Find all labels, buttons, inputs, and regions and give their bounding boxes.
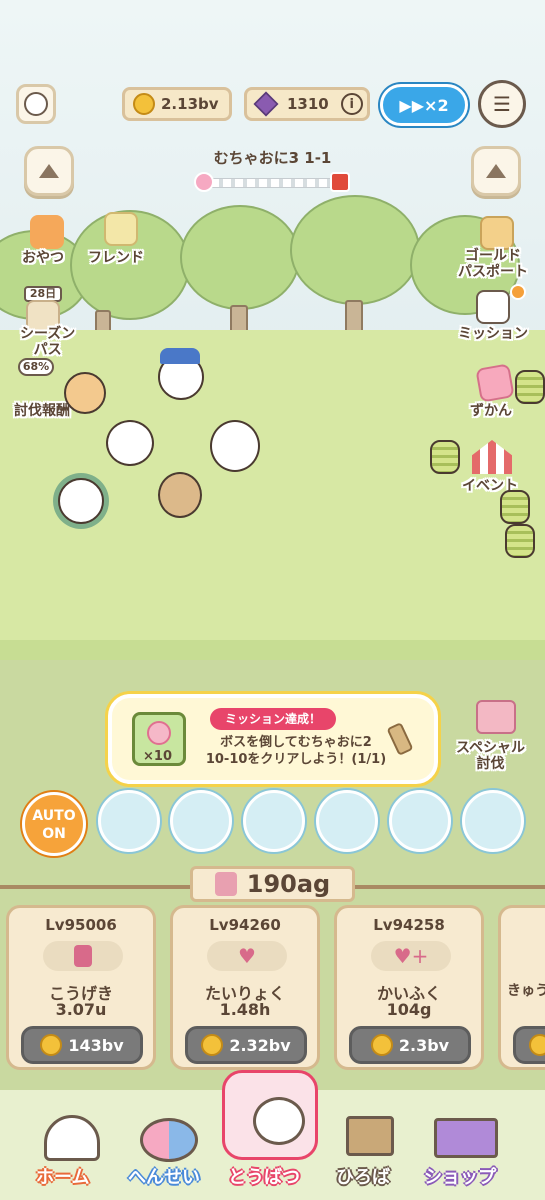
nav-shop[interactable]: ショップ — [424, 1163, 496, 1189]
card-name: きゅう — [507, 983, 545, 999]
party-slot-3[interactable] — [243, 790, 305, 852]
right-collapse-button[interactable] — [471, 146, 521, 196]
hat-decoration — [160, 348, 200, 364]
friend-label: フレンド — [88, 250, 144, 266]
card-value: 3.07u — [55, 1000, 107, 1019]
triangle-up-icon — [39, 164, 59, 178]
lollipop-reward-icon: ×10 — [132, 712, 186, 766]
ally-character — [106, 420, 154, 466]
heart-icon: ♥ — [238, 944, 256, 968]
upgrade-card-partial[interactable]: きゅう — [498, 905, 545, 1070]
left-collapse-button[interactable] — [24, 146, 74, 196]
mission-icon[interactable] — [476, 290, 510, 324]
nav-formation[interactable]: へんせい — [128, 1163, 200, 1189]
nav-home[interactable]: ホーム — [36, 1163, 89, 1189]
snack-label: おやつ — [22, 250, 64, 266]
trident-icon — [214, 872, 237, 896]
enemy-character — [430, 440, 460, 474]
profile-button[interactable] — [16, 84, 56, 124]
info-icon[interactable]: i — [340, 93, 363, 115]
party-slot-1[interactable] — [98, 790, 160, 852]
formation-icon[interactable] — [140, 1118, 198, 1162]
mission-banner[interactable]: ×10 ミッション達成！ ボスを倒してむちゃおに2 10-10をクリアしよう！(1… — [108, 694, 438, 784]
ally-character — [64, 372, 106, 414]
nav-battle[interactable]: とうばつ — [228, 1163, 300, 1189]
gold-coin-icon — [529, 1034, 545, 1056]
upgrade-button[interactable]: 143bv — [21, 1026, 143, 1064]
mission-alert-icon — [510, 284, 526, 300]
gold-coin-icon — [201, 1034, 224, 1056]
gold-coin-icon — [40, 1034, 63, 1056]
stage-progress-bar — [198, 178, 348, 188]
enemy-character — [515, 370, 545, 404]
mission-text: ボスを倒してむちゃおに2 10-10をクリアしよう！(1/1) — [205, 735, 387, 767]
gold-coin-icon — [370, 1034, 393, 1056]
special-label: スペシャル 討伐 — [456, 740, 526, 772]
gem-amount: 1310 — [287, 95, 329, 113]
menu-icon[interactable]: ☰ — [478, 80, 526, 128]
friend-icon[interactable] — [104, 212, 138, 246]
battle-icon[interactable] — [222, 1070, 318, 1160]
snack-icon[interactable] — [30, 215, 64, 249]
card-level: Lv94260 — [209, 916, 281, 934]
player-marker-icon — [194, 172, 214, 192]
zukan-icon[interactable] — [475, 363, 515, 403]
card-level: Lv94258 — [373, 916, 445, 934]
enemy-character — [500, 490, 530, 524]
reward-label[interactable]: 討伐報酬 — [14, 403, 70, 419]
profile-icon — [24, 92, 48, 116]
upgrade-button[interactable]: 2.32bv — [185, 1026, 307, 1064]
upgrade-card-heal[interactable]: Lv94258 ♥+ かいふく 104g 2.3bv — [334, 905, 484, 1070]
mission-label: ミッション — [458, 326, 528, 342]
heart-plus-icon: ♥+ — [393, 944, 429, 968]
card-value: 104g — [386, 1000, 432, 1019]
party-slot-2[interactable] — [170, 790, 232, 852]
upgrade-button[interactable]: 2.3bv — [349, 1026, 471, 1064]
gem-icon — [253, 91, 279, 117]
card-level: Lv95006 — [45, 916, 117, 934]
reward-percent-badge: 68% — [18, 358, 54, 376]
party-slot-4[interactable] — [316, 790, 378, 852]
gold-counter: 2.13bv — [122, 87, 232, 121]
reward-multiplier: ×10 — [143, 749, 172, 764]
nav-plaza[interactable]: ひろば — [336, 1163, 390, 1189]
signpost-icon[interactable] — [346, 1116, 394, 1156]
gem-counter: 1310 i — [244, 87, 370, 121]
gold-pass-label: ゴールド パスポート — [458, 248, 528, 280]
season-pass-label: シーズン パス — [20, 326, 76, 358]
special-trident-icon[interactable] — [476, 700, 516, 734]
upgrade-card-stamina[interactable]: Lv94260 ♥ たいりょく 1.48h 2.32bv — [170, 905, 320, 1070]
gold-amount: 2.13bv — [161, 95, 219, 113]
party-slot-5[interactable] — [389, 790, 451, 852]
boss-marker-icon — [330, 172, 350, 192]
ally-character — [58, 478, 104, 524]
ally-character — [210, 420, 260, 472]
upgrade-card-attack[interactable]: Lv95006 こうげき 3.07u 143bv — [6, 905, 156, 1070]
mission-complete-badge: ミッション達成！ — [210, 708, 336, 730]
ally-character — [158, 472, 202, 518]
shop-icon[interactable] — [434, 1118, 498, 1158]
trident-icon — [74, 945, 92, 967]
upgrade-button[interactable] — [513, 1026, 545, 1064]
attack-power-value: 190ag — [246, 870, 331, 898]
auto-toggle[interactable]: AUTO ON — [22, 792, 86, 856]
attack-power-display: 190ag — [190, 866, 355, 902]
enemy-character — [505, 524, 535, 558]
zukan-label: ずかん — [470, 403, 512, 419]
party-slot-6[interactable] — [462, 790, 524, 852]
gold-pass-icon[interactable] — [480, 216, 514, 250]
speed-button[interactable]: ▶▶×2 — [380, 84, 468, 126]
triangle-up-icon — [486, 164, 506, 178]
stage-title: むちゃおに3 1-1 — [213, 149, 332, 167]
gold-coin-icon — [133, 93, 155, 115]
card-value: 1.48h — [219, 1000, 271, 1019]
